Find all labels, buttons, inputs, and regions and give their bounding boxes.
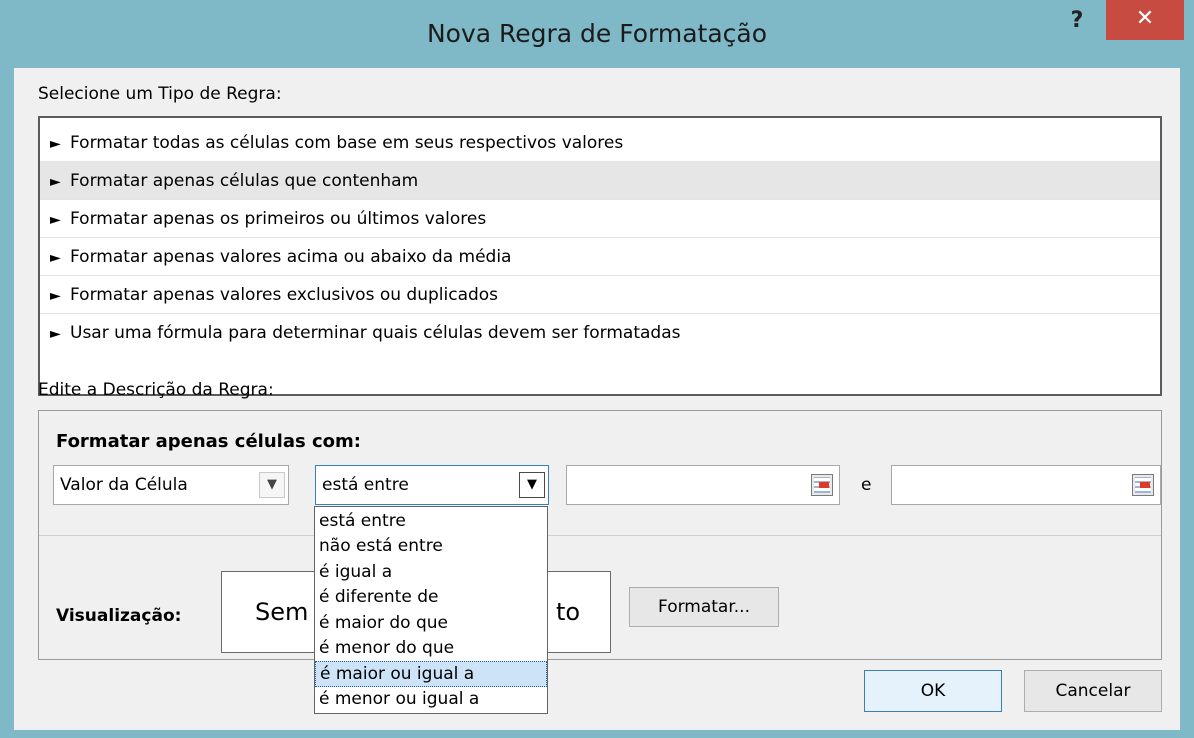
operator-option[interactable]: é igual a bbox=[315, 560, 547, 585]
rule-type-label: Selecione um Tipo de Regra: bbox=[38, 84, 282, 104]
preview-label: Visualização: bbox=[56, 606, 182, 626]
field-combo-value: Valor da Célula bbox=[60, 475, 188, 495]
operator-combo-value: está entre bbox=[322, 475, 409, 495]
triangle-right-icon: ► bbox=[50, 326, 61, 342]
operator-option[interactable]: é menor ou igual a bbox=[315, 687, 547, 712]
triangle-right-icon: ► bbox=[50, 212, 61, 228]
rule-type-item[interactable]: ► Formatar apenas os primeiros ou últimos… bbox=[40, 200, 1160, 238]
operator-option-highlighted[interactable]: é maior ou igual a bbox=[315, 661, 547, 687]
value1-input[interactable] bbox=[566, 465, 840, 505]
operator-option[interactable]: é diferente de bbox=[315, 585, 547, 610]
chevron-down-icon[interactable]: ▼ bbox=[259, 472, 285, 498]
close-button[interactable]: ✕ bbox=[1106, 0, 1184, 40]
rule-type-item-label: Formatar todas as células com base em se… bbox=[70, 133, 624, 153]
rule-type-item[interactable]: ► Formatar apenas valores acima ou abaixo… bbox=[40, 238, 1160, 276]
triangle-right-icon: ► bbox=[50, 288, 61, 304]
ok-button[interactable]: OK bbox=[864, 670, 1002, 712]
rule-description-heading: Formatar apenas células com: bbox=[56, 431, 361, 452]
rule-type-item-label: Formatar apenas valores exclusivos ou du… bbox=[70, 285, 499, 305]
help-button[interactable]: ? bbox=[1052, 4, 1102, 38]
rule-type-item-label: Formatar apenas os primeiros ou últimos … bbox=[70, 209, 487, 229]
operator-option[interactable]: está entre bbox=[315, 509, 547, 534]
cancel-button[interactable]: Cancelar bbox=[1024, 670, 1162, 712]
operator-option[interactable]: não está entre bbox=[315, 534, 547, 559]
and-label: e bbox=[861, 475, 872, 495]
triangle-right-icon: ► bbox=[50, 136, 61, 152]
rule-type-item-label: Formatar apenas valores acima ou abaixo … bbox=[70, 247, 512, 267]
rule-type-item-label: Formatar apenas células que contenham bbox=[70, 171, 419, 191]
field-combo[interactable]: Valor da Célula ▼ bbox=[53, 465, 289, 505]
title-bar: Nova Regra de Formatação ? ✕ bbox=[0, 0, 1194, 68]
divider bbox=[39, 535, 1161, 536]
format-button[interactable]: Formatar... bbox=[629, 587, 779, 627]
rule-type-list[interactable]: ► Formatar todas as células com base em s… bbox=[38, 116, 1162, 396]
preview-text-left: Sem bbox=[255, 598, 309, 626]
range-select-icon[interactable] bbox=[811, 474, 833, 496]
operator-option[interactable]: é menor do que bbox=[315, 636, 547, 661]
dialog-client: Selecione um Tipo de Regra: ► Formatar to… bbox=[14, 68, 1180, 730]
operator-dropdown-list[interactable]: está entre não está entre é igual a é di… bbox=[314, 506, 548, 714]
triangle-right-icon: ► bbox=[50, 250, 61, 266]
rule-description-panel: Formatar apenas células com: Valor da Cé… bbox=[38, 410, 1162, 660]
rule-type-item[interactable]: ► Formatar apenas valores exclusivos ou d… bbox=[40, 276, 1160, 314]
value2-input[interactable] bbox=[891, 465, 1161, 505]
preview-text-right: to bbox=[556, 598, 581, 626]
operator-option[interactable]: é maior do que bbox=[315, 611, 547, 636]
range-select-icon[interactable] bbox=[1132, 474, 1154, 496]
triangle-right-icon: ► bbox=[50, 174, 61, 190]
rule-type-item[interactable]: ► Formatar todas as células com base em s… bbox=[40, 124, 1160, 162]
operator-combo[interactable]: está entre ▼ bbox=[315, 465, 549, 505]
rule-type-item-label: Usar uma fórmula para determinar quais c… bbox=[70, 323, 681, 343]
rule-type-item[interactable]: ► Usar uma fórmula para determinar quais … bbox=[40, 314, 1160, 352]
dialog-window: Nova Regra de Formatação ? ✕ Selecione u… bbox=[0, 0, 1194, 738]
rule-type-item-selected[interactable]: ► Formatar apenas células que contenham bbox=[40, 162, 1160, 200]
window-title: Nova Regra de Formatação bbox=[426, 19, 768, 48]
chevron-down-icon[interactable]: ▼ bbox=[519, 472, 545, 498]
rule-description-label: Edite a Descrição da Regra: bbox=[38, 380, 274, 400]
